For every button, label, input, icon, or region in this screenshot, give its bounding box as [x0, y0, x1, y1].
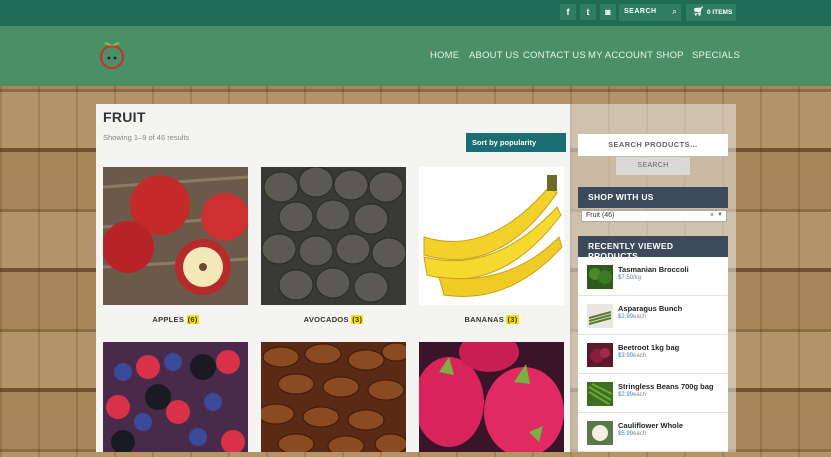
- product-link[interactable]: Beetroot 1kg bag: [618, 343, 679, 352]
- product-name-avocados[interactable]: AVOCADOS (3): [261, 315, 406, 324]
- nav-shop[interactable]: SHOP: [656, 50, 684, 61]
- dragonfruit-image[interactable]: [414, 332, 564, 457]
- cart-button[interactable]: 🛒︎ 0 ITEMS: [686, 4, 736, 21]
- berries-image[interactable]: [103, 342, 248, 454]
- product-card-avocados[interactable]: AVOCADOS (3): [261, 166, 407, 324]
- recently-viewed-heading: RECENTLY VIEWED PRODUCTS: [578, 236, 728, 261]
- product-link[interactable]: Stringless Beans 700g bag: [618, 382, 713, 391]
- product-search-button[interactable]: SEARCH: [616, 157, 690, 175]
- list-item[interactable]: Beetroot 1kg bag $3.99each: [578, 335, 728, 374]
- product-link[interactable]: Tasmanian Broccoli: [618, 265, 689, 274]
- product-price: $5.99each: [618, 431, 647, 437]
- category-select-value: Fruit (46): [586, 212, 615, 219]
- bananas-image[interactable]: [419, 167, 564, 305]
- sort-dropdown[interactable]: Sort by popularity: [466, 133, 566, 152]
- search-icon[interactable]: ⌕: [672, 6, 677, 17]
- dates-image[interactable]: [257, 342, 411, 457]
- product-price: $2.99each: [618, 314, 647, 320]
- nav-specials[interactable]: SPECIALS: [692, 50, 740, 61]
- cart-label: 0 ITEMS: [707, 9, 733, 16]
- apple-logo[interactable]: [96, 40, 128, 70]
- twitter-icon[interactable]: t: [580, 4, 596, 20]
- asparagus-thumbnail[interactable]: [587, 304, 613, 328]
- list-item[interactable]: Stringless Beans 700g bag $2.99each: [578, 374, 728, 413]
- nav-about-us[interactable]: ABOUT US: [469, 50, 519, 61]
- instagram-icon[interactable]: ◙: [600, 4, 616, 20]
- product-search-input[interactable]: SEARCH PRODUCTS…: [578, 134, 728, 156]
- header-search-box[interactable]: SEARCH ⌕: [619, 4, 681, 21]
- list-item[interactable]: Cauliflower Whole $5.99each: [578, 413, 728, 452]
- product-card-dates[interactable]: [257, 342, 411, 457]
- product-price: $3.99each: [618, 353, 647, 359]
- page-title: FRUIT: [103, 109, 146, 125]
- shop-with-us-heading: SHOP WITH US: [578, 187, 728, 208]
- beetroot-thumbnail[interactable]: [587, 343, 613, 367]
- list-item[interactable]: Asparagus Bunch $2.99each: [578, 296, 728, 335]
- cauliflower-thumbnail[interactable]: [587, 421, 613, 445]
- nav-contact-us[interactable]: CONTACT US: [523, 50, 586, 61]
- product-card-dragonfruit[interactable]: [414, 332, 564, 457]
- cart-icon: 🛒︎: [693, 6, 705, 16]
- result-count: Showing 1–9 of 46 results: [103, 133, 190, 142]
- nav-home[interactable]: HOME: [430, 50, 459, 61]
- product-card-apples[interactable]: APPLES (6): [102, 167, 249, 324]
- beans-thumbnail[interactable]: [587, 382, 613, 406]
- category-select[interactable]: Fruit (46) × ▼: [581, 210, 727, 222]
- product-price: $7.50/kg: [618, 275, 642, 281]
- list-item[interactable]: Tasmanian Broccoli $7.50/kg: [578, 257, 728, 296]
- product-link[interactable]: Asparagus Bunch: [618, 304, 682, 313]
- recently-viewed-list: Tasmanian Broccoli $7.50/kg Asparagus Bu…: [578, 257, 728, 452]
- clear-icon[interactable]: ×: [710, 212, 714, 219]
- product-price: $2.99each: [618, 392, 647, 398]
- header-search-label: SEARCH: [624, 8, 657, 15]
- product-link[interactable]: Cauliflower Whole: [618, 421, 683, 430]
- chevron-down-icon[interactable]: ▼: [717, 212, 723, 218]
- apples-image[interactable]: [102, 167, 249, 305]
- broccoli-thumbnail[interactable]: [587, 265, 613, 289]
- nav-my-account[interactable]: MY ACCOUNT: [588, 50, 653, 61]
- product-card-bananas[interactable]: BANANAS (3): [419, 167, 564, 324]
- product-name-apples[interactable]: APPLES (6): [103, 315, 248, 324]
- product-name-bananas[interactable]: BANANAS (3): [419, 315, 564, 324]
- facebook-icon[interactable]: f: [560, 4, 576, 20]
- product-card-berries[interactable]: [103, 342, 248, 457]
- avocados-image[interactable]: [261, 166, 407, 305]
